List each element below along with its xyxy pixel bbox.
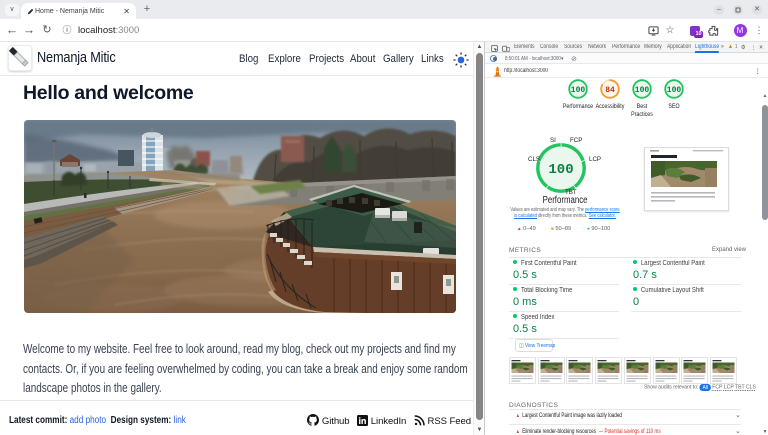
- svg-text:100: 100: [666, 86, 681, 95]
- svg-text:100: 100: [549, 162, 574, 178]
- svg-text:100: 100: [570, 86, 585, 95]
- svg-text:100: 100: [634, 86, 649, 95]
- svg-text:84: 84: [605, 86, 615, 95]
